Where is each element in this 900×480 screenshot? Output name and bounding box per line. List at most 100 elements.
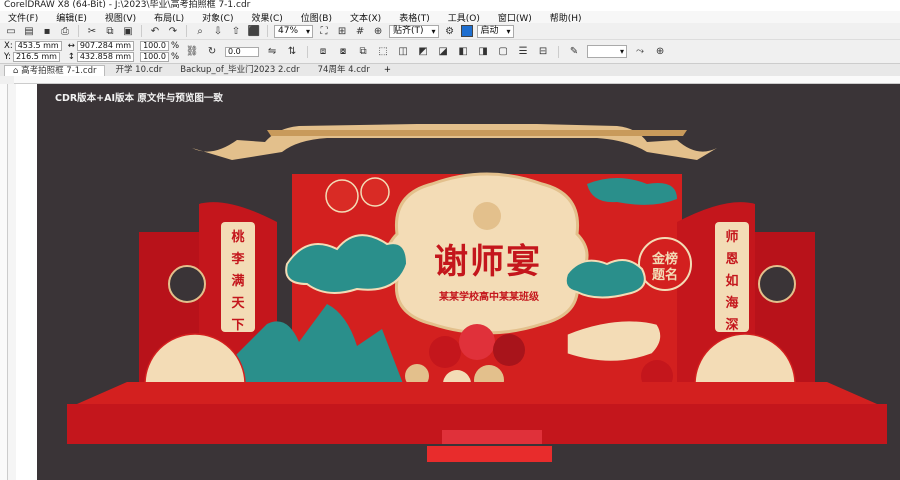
menu-effects[interactable]: 效果(C) (249, 11, 284, 24)
redo-icon[interactable]: ↷ (166, 24, 180, 38)
search-content-icon[interactable]: ⌕ (193, 24, 207, 38)
print-icon[interactable]: ⎙ (58, 24, 72, 38)
stage-step-1 (442, 430, 542, 444)
quick-customize-icon[interactable]: ⊕ (653, 45, 667, 59)
horizontal-ruler[interactable] (14, 76, 900, 84)
intersect-icon[interactable]: ◩ (416, 45, 430, 59)
toolbox[interactable] (8, 84, 16, 480)
lantern-left-icon (325, 179, 359, 213)
banner-char: 下 (231, 318, 245, 333)
menu-tools[interactable]: 工具(O) (446, 11, 482, 24)
pagoda-beam (267, 130, 687, 136)
rulers-icon[interactable]: ⊞ (335, 24, 349, 38)
menu-bitmaps[interactable]: 位图(B) (299, 11, 334, 24)
cut-icon[interactable]: ✂ (85, 24, 99, 38)
undo-icon[interactable]: ↶ (148, 24, 162, 38)
new-document-icon[interactable]: ▭ (4, 24, 18, 38)
rotate-icon[interactable]: ↻ (205, 45, 219, 59)
snap-to-select[interactable]: 贴齐(T) (389, 24, 439, 38)
menu-table[interactable]: 表格(T) (397, 11, 432, 24)
mirror-horizontal-icon[interactable]: ⇋ (265, 45, 279, 59)
left-banner-text: 桃 李 满 天 下 (221, 226, 255, 333)
size-fields: ↔ 907.284 mm ↕ 432.858 mm (68, 41, 135, 62)
tab-label: 高考拍照框 7-1.cdr (21, 66, 97, 76)
guidelines-icon[interactable]: ⊕ (371, 24, 385, 38)
banner-char: 海 (725, 296, 739, 311)
artwork-page[interactable]: CDR版本+AI版本 原文件与预览图一致 谢师宴 某某学校高中某某班级 金榜 题… (37, 84, 900, 480)
banner-char: 天 (231, 296, 245, 311)
wrap-text-icon[interactable]: ⤳ (633, 45, 647, 59)
ungroup-icon[interactable]: ⧇ (336, 45, 350, 59)
height-field[interactable]: 432.858 mm (76, 52, 135, 62)
main-title: 谢师宴 (434, 242, 542, 282)
boundary-icon[interactable]: ▢ (496, 45, 510, 59)
menu-window[interactable]: 窗口(W) (496, 11, 534, 24)
x-position-field[interactable]: 453.5 mm (14, 41, 62, 51)
banner-char: 桃 (231, 230, 245, 245)
menu-text[interactable]: 文本(X) (348, 11, 383, 24)
order-icon[interactable]: ⊟ (536, 45, 550, 59)
full-screen-icon[interactable]: ⛶ (317, 24, 331, 38)
simplify-icon[interactable]: ◪ (436, 45, 450, 59)
save-icon[interactable]: ▪ (40, 24, 54, 38)
align-icon[interactable]: ☰ (516, 45, 530, 59)
rotation-angle-field[interactable]: 0.0 (225, 46, 260, 57)
group-icon[interactable]: ⧈ (316, 45, 330, 59)
tab-document-1[interactable]: ⌂ 高考拍照框 7-1.cdr (4, 65, 106, 76)
graduate-emblem-icon (473, 202, 501, 230)
import-icon[interactable]: ⇩ (211, 24, 225, 38)
color-swatch-icon[interactable] (460, 25, 473, 37)
right-banner-text: 师 恩 如 海 深 (715, 226, 749, 333)
tab-document-4[interactable]: 74周年 4.cdr (310, 65, 378, 76)
front-minus-back-icon[interactable]: ◧ (456, 45, 470, 59)
grid-icon[interactable]: # (353, 24, 367, 38)
trim-icon[interactable]: ◫ (396, 45, 410, 59)
outline-pen-icon[interactable]: ✎ (567, 45, 581, 59)
balloon (429, 336, 461, 368)
menu-help[interactable]: 帮助(H) (548, 11, 584, 24)
launch-select[interactable]: 启动 (476, 24, 514, 38)
scale-height-field[interactable]: 100.0 (140, 52, 169, 62)
banner-char: 李 (231, 252, 245, 267)
publish-pdf-icon[interactable]: ⬛ (247, 24, 261, 38)
menu-edit[interactable]: 编辑(E) (54, 11, 89, 24)
mirror-vertical-icon[interactable]: ⇅ (285, 45, 299, 59)
propbar-divider (307, 45, 309, 58)
y-position-field[interactable]: 216.5 mm (12, 52, 60, 62)
scale-width-field[interactable]: 100.0 (140, 41, 169, 51)
toolbar-divider (141, 25, 142, 37)
lock-ratio-icon[interactable]: ⛓ (185, 45, 199, 59)
balloon (459, 324, 495, 360)
outline-width-select[interactable] (587, 45, 628, 58)
badge-bottom-text: 题名 (651, 268, 678, 283)
standard-toolbar: ▭ ▤ ▪ ⎙ ✂ ⧉ ▣ ↶ ↷ ⌕ ⇩ ⇧ ⬛ 47% ⛶ ⊞ # ⊕ 贴齐… (0, 23, 900, 40)
toolbar-divider (78, 25, 79, 37)
left-round-window (168, 265, 206, 303)
tab-document-3[interactable]: Backup_of_毕业门2023 2.cdr (172, 65, 307, 76)
paste-icon[interactable]: ▣ (121, 24, 135, 38)
menu-layout[interactable]: 布局(L) (152, 11, 186, 24)
menu-view[interactable]: 视图(V) (103, 11, 138, 24)
width-field[interactable]: 907.284 mm (76, 41, 135, 51)
weld-icon[interactable]: ⬚ (376, 45, 390, 59)
stage-step-2 (427, 446, 552, 462)
options-gear-icon[interactable]: ⚙ (443, 24, 457, 38)
menu-file[interactable]: 文件(F) (6, 11, 40, 24)
right-round-window (758, 265, 796, 303)
window-title: CorelDRAW X8 (64-Bit) - J:\2023\毕业\高考拍照框… (0, 0, 900, 11)
tab-document-2[interactable]: 开学 10.cdr (107, 65, 170, 76)
back-minus-front-icon[interactable]: ◨ (476, 45, 490, 59)
subtitle: 某某学校高中某某班级 (439, 292, 539, 303)
banner-char: 如 (725, 274, 739, 289)
drawing-canvas[interactable]: CDR版本+AI版本 原文件与预览图一致 谢师宴 某某学校高中某某班级 金榜 题… (16, 84, 900, 480)
property-bar: X: 453.5 mm Y: 216.5 mm ↔ 907.284 mm ↕ 4… (0, 40, 900, 64)
combine-icon[interactable]: ⧉ (356, 45, 370, 59)
export-icon[interactable]: ⇧ (229, 24, 243, 38)
vertical-ruler[interactable] (0, 84, 8, 480)
open-folder-icon[interactable]: ▤ (22, 24, 36, 38)
zoom-level-select[interactable]: 47% (274, 24, 314, 38)
menu-object[interactable]: 对象(C) (200, 11, 235, 24)
add-tab-icon[interactable]: + (380, 65, 395, 76)
home-icon: ⌂ (13, 66, 19, 76)
copy-icon[interactable]: ⧉ (103, 24, 117, 38)
